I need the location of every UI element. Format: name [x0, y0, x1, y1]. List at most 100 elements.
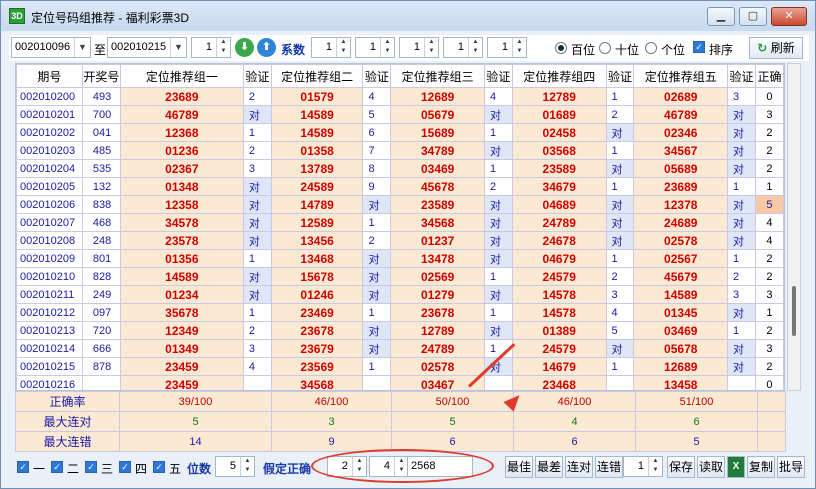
spin-up-icon[interactable]: ▲ [513, 38, 526, 47]
column-header[interactable]: 验证 [362, 64, 392, 88]
group-checkbox-4[interactable]: ✓ [119, 461, 131, 473]
coefficient-stepper-4[interactable]: 1 ▲ ▼ [443, 37, 483, 58]
save-button[interactable]: 保存 [667, 456, 695, 478]
check-icon: ✓ [695, 42, 703, 52]
table-row[interactable]: 002010201 700 46789 对 14589 5 05679 对 01689 2 4678… [16, 105, 784, 124]
radio-units[interactable] [645, 42, 657, 54]
table-row[interactable]: 002010214 666 01349 3 23679 对 24789 1 24579 对 0567… [16, 339, 784, 358]
recommend-cell: 34578 [119, 213, 244, 232]
recommend-cell: 34568 [390, 213, 485, 232]
table-row[interactable]: 002010210 828 14589 对 15678 对 02569 1 24579 2 4567… [16, 267, 784, 286]
column-header[interactable]: 验证 [727, 64, 756, 88]
table-row[interactable]: 002010208 248 23578 对 13456 2 01237 对 24678 对 0257… [16, 231, 784, 250]
verify-cell [242, 375, 272, 390]
radio-tens[interactable] [599, 42, 611, 54]
column-header[interactable]: 验证 [605, 64, 635, 88]
table-row[interactable]: 002010209 801 01356 1 13468 对 13478 对 04679 1 0256… [16, 249, 784, 268]
recommend-cell: 02578 [633, 231, 729, 250]
spin-up-icon[interactable]: ▲ [381, 38, 394, 47]
close-button[interactable]: ✕ [771, 7, 807, 26]
correct-count-cell: 0 [754, 87, 784, 106]
spin-up-icon[interactable]: ▲ [337, 38, 350, 47]
coefficient-stepper-2[interactable]: 1 ▲ ▼ [355, 37, 395, 58]
table-row[interactable]: 002010213 720 12349 2 23678 对 12789 对 01389 5 0346… [16, 321, 784, 340]
group-checkbox-2[interactable]: ✓ [51, 461, 63, 473]
scrollbar-thumb[interactable] [792, 286, 796, 336]
verify-cell: 2 [242, 321, 272, 340]
group-label-1: 一 [33, 462, 46, 476]
spin-down-icon[interactable]: ▼ [217, 47, 230, 56]
table-row[interactable]: 002010205 132 01348 对 24589 9 45678 2 34679 1 2368… [16, 177, 784, 196]
correct-count-cell: 3 [754, 339, 784, 358]
spin-up-icon[interactable]: ▲ [425, 38, 438, 47]
column-header[interactable]: 定位推荐组二 [270, 64, 364, 88]
column-header[interactable]: 开奖号 [81, 64, 121, 88]
recommend-cell: 01246 [270, 285, 364, 304]
verify-cell: 1 [242, 249, 272, 268]
table-row[interactable]: 002010203 485 01236 2 01358 7 34789 对 03568 1 3456… [16, 141, 784, 160]
batch-export-button[interactable]: 批导 [777, 456, 805, 478]
coefficient-stepper-1[interactable]: 1 ▲ ▼ [311, 37, 351, 58]
column-header[interactable]: 期号 [16, 64, 83, 88]
spin-up-icon[interactable]: ▲ [217, 38, 230, 47]
table-row[interactable]: 002010200 493 23689 2 01579 4 12689 4 12789 1 0268… [16, 87, 784, 106]
sort-checkbox[interactable]: ✓ [693, 41, 705, 53]
radio-hundreds[interactable] [555, 42, 567, 54]
table-row[interactable]: 002010215 878 23459 4 23569 1 02578 对 14679 1 1268… [16, 357, 784, 376]
spin-up-icon[interactable]: ▲ [649, 457, 662, 466]
read-button[interactable]: 读取 [697, 456, 725, 478]
table-row[interactable]: 002010211 249 01234 对 01246 对 01279 对 14578 3 1458… [16, 285, 784, 304]
spin-down-icon[interactable]: ▼ [337, 47, 350, 56]
table-row[interactable]: 002010204 535 02367 3 13789 8 03469 1 23589 对 0568… [16, 159, 784, 178]
spin-down-icon[interactable]: ▼ [241, 466, 254, 475]
best-button[interactable]: 最佳 [505, 456, 533, 478]
column-header[interactable]: 正确 [754, 64, 784, 88]
streak-wrong-button[interactable]: 连错 [595, 456, 623, 478]
spin-down-icon[interactable]: ▼ [425, 47, 438, 56]
table-row[interactable]: 002010206 838 12358 对 14789 对 23589 对 04689 对 1237… [16, 195, 784, 214]
spin-up-icon[interactable]: ▲ [469, 38, 482, 47]
spin-up-icon[interactable]: ▲ [241, 457, 254, 466]
spin-down-icon[interactable]: ▼ [381, 47, 394, 56]
coefficient-stepper-5[interactable]: 1 ▲ ▼ [487, 37, 527, 58]
streak-value: 1 [637, 460, 644, 472]
column-header[interactable]: 定位推荐组三 [390, 64, 485, 88]
column-header[interactable]: 验证 [242, 64, 272, 88]
column-header[interactable]: 定位推荐组四 [511, 64, 607, 88]
table-row[interactable]: 002010207 468 34578 对 12589 1 34568 对 24789 对 2468… [16, 213, 784, 232]
maximize-button[interactable]: ▢ [739, 7, 767, 26]
copy-button[interactable]: 复制 [747, 456, 775, 478]
worst-button[interactable]: 最差 [535, 456, 563, 478]
digits-stepper[interactable]: 5 ▲ ▼ [215, 456, 255, 477]
column-header[interactable]: 定位推荐组一 [119, 64, 244, 88]
period-cell: 002010201 [16, 105, 83, 124]
streak-correct-button[interactable]: 连对 [565, 456, 593, 478]
group-checkbox-1[interactable]: ✓ [17, 461, 29, 473]
from-period-select[interactable]: 002010096 ▼ [11, 37, 91, 58]
table-row[interactable]: 002010202 041 12368 1 14589 6 15689 1 02458 对 0234… [16, 123, 784, 142]
minimize-button[interactable]: ▁ [707, 7, 735, 26]
excel-button[interactable]: X [727, 456, 745, 478]
chevron-down-icon[interactable]: ▼ [170, 38, 186, 57]
to-period-select[interactable]: 002010215 ▼ [107, 37, 187, 58]
move-down-button[interactable]: ⬇ [235, 38, 254, 57]
refresh-button[interactable]: ↻ 刷新 [749, 37, 803, 59]
column-header[interactable]: 定位推荐组五 [633, 64, 729, 88]
vertical-scrollbar[interactable] [787, 63, 801, 391]
recommend-cell: 23679 [270, 339, 364, 358]
column-header[interactable]: 验证 [483, 64, 513, 88]
table-row[interactable]: 002010212 097 35678 1 23469 1 23678 1 14578 4 0134… [16, 303, 784, 322]
step-stepper[interactable]: 1 ▲ ▼ [191, 37, 231, 58]
spin-down-icon[interactable]: ▼ [513, 47, 526, 56]
group-checkbox-3[interactable]: ✓ [85, 461, 97, 473]
table-row[interactable]: 002010216 23459 34568 03467 23468 13458 0 [16, 375, 784, 390]
streak-stepper[interactable]: 1 ▲ ▼ [623, 456, 663, 477]
verify-cell: 对 [727, 105, 756, 124]
move-up-button[interactable]: ⬆ [257, 38, 276, 57]
coefficient-stepper-3[interactable]: 1 ▲ ▼ [399, 37, 439, 58]
spin-down-icon[interactable]: ▼ [649, 466, 662, 475]
spin-down-icon[interactable]: ▼ [469, 47, 482, 56]
group-checkbox-5[interactable]: ✓ [153, 461, 165, 473]
chevron-down-icon[interactable]: ▼ [74, 38, 90, 57]
recommend-cell: 23578 [119, 231, 244, 250]
